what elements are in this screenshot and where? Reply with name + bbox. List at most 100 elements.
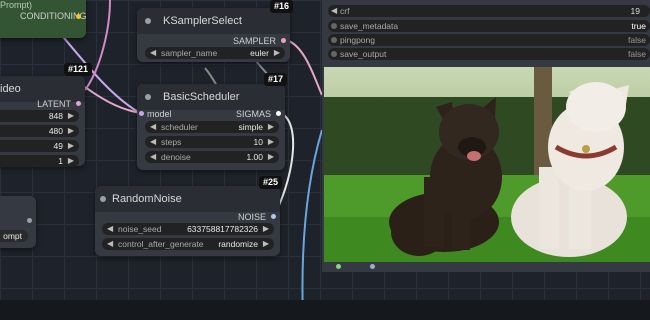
widget-value: 1.00 (246, 152, 263, 162)
random-noise-node[interactable]: RandomNoise NOISE ◀ noise_seed 633758817… (95, 186, 280, 256)
widget-value: true (631, 21, 646, 31)
arrow-right-icon[interactable]: ▶ (274, 48, 280, 57)
widget-value: 19 (630, 6, 640, 16)
node-id-badge: #16 (270, 0, 294, 13)
sampler-output-socket[interactable] (281, 38, 286, 43)
collapse-dot-icon[interactable] (145, 94, 151, 100)
button-label: ompt (3, 231, 22, 241)
video-combine-node[interactable]: ◀ crf 19 save_metadata true pingpong fal… (322, 0, 650, 272)
collapse-dot-icon[interactable] (100, 196, 106, 202)
widget-value: randomize (218, 239, 258, 249)
model-input-socket[interactable] (139, 111, 144, 116)
arrow-left-icon[interactable]: ◀ (107, 239, 113, 248)
arrow-left-icon[interactable]: ◀ (331, 6, 337, 15)
ksampler-select-node[interactable]: KSamplerSelect SAMPLER ◀ sampler_name eu… (137, 8, 290, 62)
widget-value: 10 (253, 137, 263, 147)
arrow-right-icon[interactable]: ▶ (68, 111, 74, 120)
height-stepper[interactable]: 480 ▶ (0, 125, 79, 137)
conditioning-output-socket[interactable] (76, 14, 81, 19)
crf-stepper[interactable]: ◀ crf 19 (328, 5, 650, 17)
prompt-button[interactable]: ompt (0, 230, 28, 242)
ksampler-select-header[interactable]: KSamplerSelect (137, 8, 290, 34)
sampler-name-combo[interactable]: ◀ sampler_name euler ▶ (145, 47, 285, 59)
widget-value: 1 (58, 156, 63, 166)
batch-size-stepper[interactable]: 1 ▶ (0, 155, 79, 167)
widget-name: control_after_generate (118, 239, 204, 249)
blue-link (301, 129, 323, 320)
widget-name: steps (161, 137, 182, 147)
pingpong-toggle[interactable]: pingpong false (328, 34, 650, 46)
widget-name: scheduler (161, 122, 198, 132)
basic-scheduler-header[interactable]: BasicScheduler (137, 84, 285, 110)
width-stepper[interactable]: 848 ▶ (0, 110, 79, 122)
video-node[interactable]: ideo LATENT 848 ▶ 480 ▶ 49 ▶ 1 ▶ (0, 76, 85, 167)
widget-value: euler (250, 48, 269, 58)
sampler-link (285, 39, 323, 96)
basic-scheduler-node[interactable]: BasicScheduler model SIGMAS ◀ scheduler … (137, 84, 285, 170)
widget-value: 633758817782326 (187, 224, 258, 234)
toggle-dot-icon[interactable] (331, 37, 337, 43)
latent-output-socket[interactable] (76, 101, 81, 106)
arrow-left-icon[interactable]: ◀ (107, 224, 113, 233)
arrow-right-icon[interactable]: ▶ (268, 122, 274, 131)
sigmas-output-label: SIGMAS (235, 109, 271, 119)
widget-name: denoise (161, 152, 191, 162)
output-socket[interactable] (336, 264, 341, 269)
arrow-left-icon[interactable]: ◀ (150, 48, 156, 57)
arrow-right-icon[interactable]: ▶ (68, 141, 74, 150)
node-id-badge: #25 (259, 176, 283, 189)
bottom-bar (0, 300, 650, 320)
node-title-fragment: Prompt) (0, 0, 33, 10)
denoise-stepper[interactable]: ◀ denoise 1.00 ▶ (145, 151, 279, 163)
prompt-output-socket[interactable] (27, 218, 32, 223)
arrow-right-icon[interactable]: ▶ (263, 224, 269, 233)
arrow-left-icon[interactable]: ◀ (150, 122, 156, 131)
steps-stepper[interactable]: ◀ steps 10 ▶ (145, 136, 279, 148)
prompt-node[interactable]: ompt (0, 196, 36, 248)
random-noise-header[interactable]: RandomNoise (95, 186, 280, 212)
save-metadata-toggle[interactable]: save_metadata true (328, 20, 650, 32)
conditioning-node[interactable]: Prompt) CONDITIONING (0, 0, 87, 38)
node-title: KSamplerSelect (163, 15, 242, 27)
scheduler-combo[interactable]: ◀ scheduler simple ▶ (145, 121, 279, 133)
noise-seed-stepper[interactable]: ◀ noise_seed 633758817782326 ▶ (102, 223, 274, 235)
noise-output-label: NOISE (237, 212, 266, 222)
output-socket[interactable] (370, 264, 375, 269)
toggle-dot-icon[interactable] (331, 23, 337, 29)
widget-value: 848 (48, 111, 63, 121)
node-id-badge: #17 (264, 73, 288, 86)
length-stepper[interactable]: 49 ▶ (0, 140, 79, 152)
node-title: RandomNoise (112, 193, 182, 205)
node-id-badge: #121 (64, 63, 93, 76)
sampler-output-label: SAMPLER (232, 36, 276, 46)
arrow-right-icon[interactable]: ▶ (263, 239, 269, 248)
node-title: ideo (0, 83, 21, 95)
node-title: BasicScheduler (163, 91, 240, 103)
widget-value: 49 (53, 141, 63, 151)
save-output-toggle[interactable]: save_output false (328, 48, 650, 60)
widget-name: crf (340, 6, 350, 16)
arrow-right-icon[interactable]: ▶ (68, 156, 74, 165)
toggle-dot-icon[interactable] (331, 51, 337, 57)
noise-output-socket[interactable] (271, 214, 276, 219)
arrow-left-icon[interactable]: ◀ (150, 152, 156, 161)
model-input-label: model (147, 109, 172, 119)
arrow-right-icon[interactable]: ▶ (268, 137, 274, 146)
arrow-right-icon[interactable]: ▶ (68, 126, 74, 135)
video-preview[interactable] (324, 67, 650, 262)
latent-output-label: LATENT (37, 99, 71, 109)
sigmas-output-socket[interactable] (276, 111, 281, 116)
arrow-right-icon[interactable]: ▶ (268, 152, 274, 161)
widget-name: pingpong (340, 35, 375, 45)
widget-name: save_metadata (340, 21, 399, 31)
arrow-left-icon[interactable]: ◀ (150, 137, 156, 146)
widget-value: simple (238, 122, 263, 132)
widget-value: false (628, 49, 646, 59)
widget-name: save_output (340, 49, 387, 59)
widget-name: sampler_name (161, 48, 218, 58)
collapse-dot-icon[interactable] (145, 18, 151, 24)
control-after-generate-combo[interactable]: ◀ control_after_generate randomize ▶ (102, 238, 274, 250)
widget-name: noise_seed (118, 224, 162, 234)
widget-value: false (628, 35, 646, 45)
widget-value: 480 (48, 126, 63, 136)
